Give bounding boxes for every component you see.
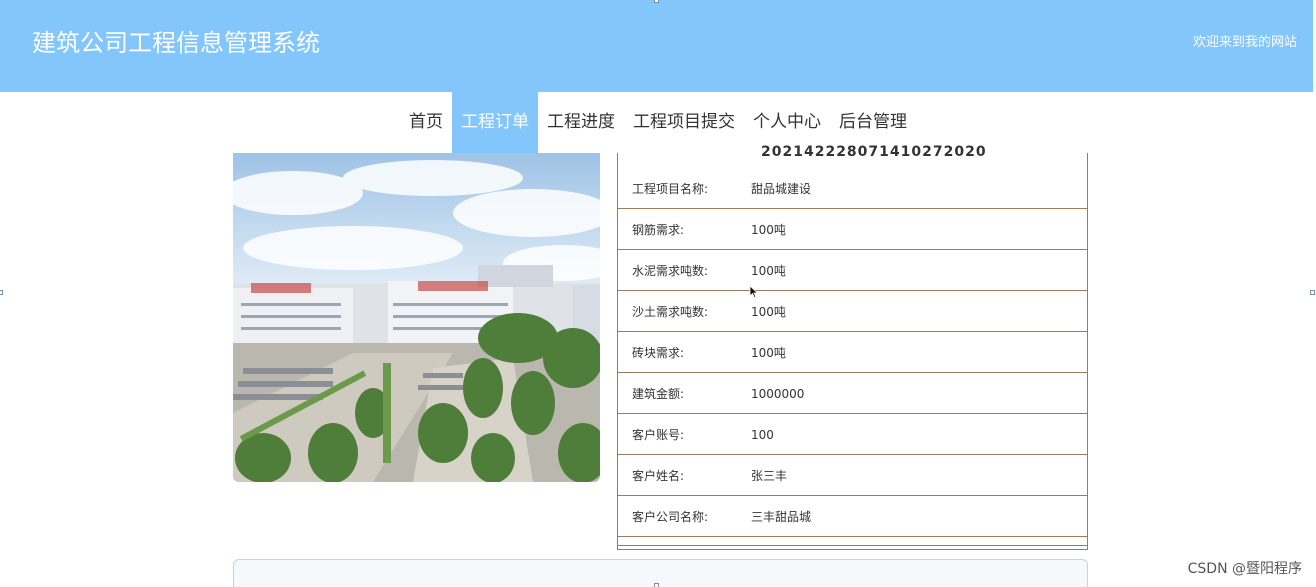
page: 建筑公司工程信息管理系统 欢迎来到我的网站 首页 工程订单 工程进度 工程项目提交 个人… xyxy=(0,0,1316,587)
project-image xyxy=(233,153,600,482)
selection-handle xyxy=(0,290,3,295)
selection-handle xyxy=(1310,290,1315,295)
order-number: 202142228071410272020 xyxy=(761,144,987,160)
detail-label: 砖块需求: xyxy=(632,346,685,360)
detail-row: 客户姓名: 张三丰 xyxy=(618,455,1087,496)
detail-row-empty xyxy=(618,537,1087,546)
detail-label: 工程项目名称: xyxy=(632,182,709,196)
detail-rows: 工程项目名称: 甜品城建设 钢筋需求: 100吨 水泥需求吨数: 100吨 沙土… xyxy=(618,168,1087,546)
nav-home[interactable]: 首页 xyxy=(400,92,452,153)
welcome-text: 欢迎来到我的网站 xyxy=(1192,35,1297,50)
selection-handle xyxy=(654,583,659,587)
detail-value: 100吨 xyxy=(751,346,786,360)
project-photo-illustration xyxy=(233,153,600,482)
detail-label: 沙土需求吨数: xyxy=(632,305,709,319)
detail-label: 水泥需求吨数: xyxy=(632,264,709,278)
nav-project-submit[interactable]: 工程项目提交 xyxy=(624,92,744,153)
detail-row: 建筑金额: 1000000 xyxy=(618,373,1087,414)
main-nav: 首页 工程订单 工程进度 工程项目提交 个人中心 后台管理 xyxy=(0,92,1316,153)
csdn-watermark: CSDN @暨阳程序 xyxy=(1187,561,1302,577)
detail-label: 客户公司名称: xyxy=(632,510,709,524)
detail-row: 水泥需求吨数: 100吨 xyxy=(618,250,1087,291)
detail-row: 沙土需求吨数: 100吨 xyxy=(618,291,1087,332)
comment-panel xyxy=(233,559,1088,587)
detail-value: 100吨 xyxy=(751,223,786,237)
detail-value: 100吨 xyxy=(751,305,786,319)
detail-value: 100 xyxy=(751,428,774,442)
detail-row: 砖块需求: 100吨 xyxy=(618,332,1087,373)
nav-project-orders[interactable]: 工程订单 xyxy=(452,92,538,153)
order-detail-table: 202142228071410272020 工程项目名称: 甜品城建设 钢筋需求… xyxy=(617,144,1088,550)
detail-value: 三丰甜品城 xyxy=(751,510,812,524)
site-title[interactable]: 建筑公司工程信息管理系统 xyxy=(32,26,320,60)
detail-row: 客户账号: 100 xyxy=(618,414,1087,455)
nav-project-progress[interactable]: 工程进度 xyxy=(538,92,624,153)
detail-label: 钢筋需求: xyxy=(632,223,685,237)
detail-value: 100吨 xyxy=(751,264,786,278)
detail-value: 张三丰 xyxy=(751,469,788,483)
detail-label: 客户账号: xyxy=(632,428,685,442)
detail-value: 1000000 xyxy=(751,387,805,401)
detail-label: 客户姓名: xyxy=(632,469,685,483)
detail-value: 甜品城建设 xyxy=(751,182,812,196)
mouse-pointer-icon xyxy=(749,285,759,299)
selection-handle xyxy=(654,0,659,3)
site-header: 建筑公司工程信息管理系统 欢迎来到我的网站 xyxy=(0,0,1313,92)
detail-row: 钢筋需求: 100吨 xyxy=(618,209,1087,250)
detail-row: 客户公司名称: 三丰甜品城 xyxy=(618,496,1087,537)
detail-row: 工程项目名称: 甜品城建设 xyxy=(618,168,1087,209)
detail-label: 建筑金额: xyxy=(632,387,685,401)
